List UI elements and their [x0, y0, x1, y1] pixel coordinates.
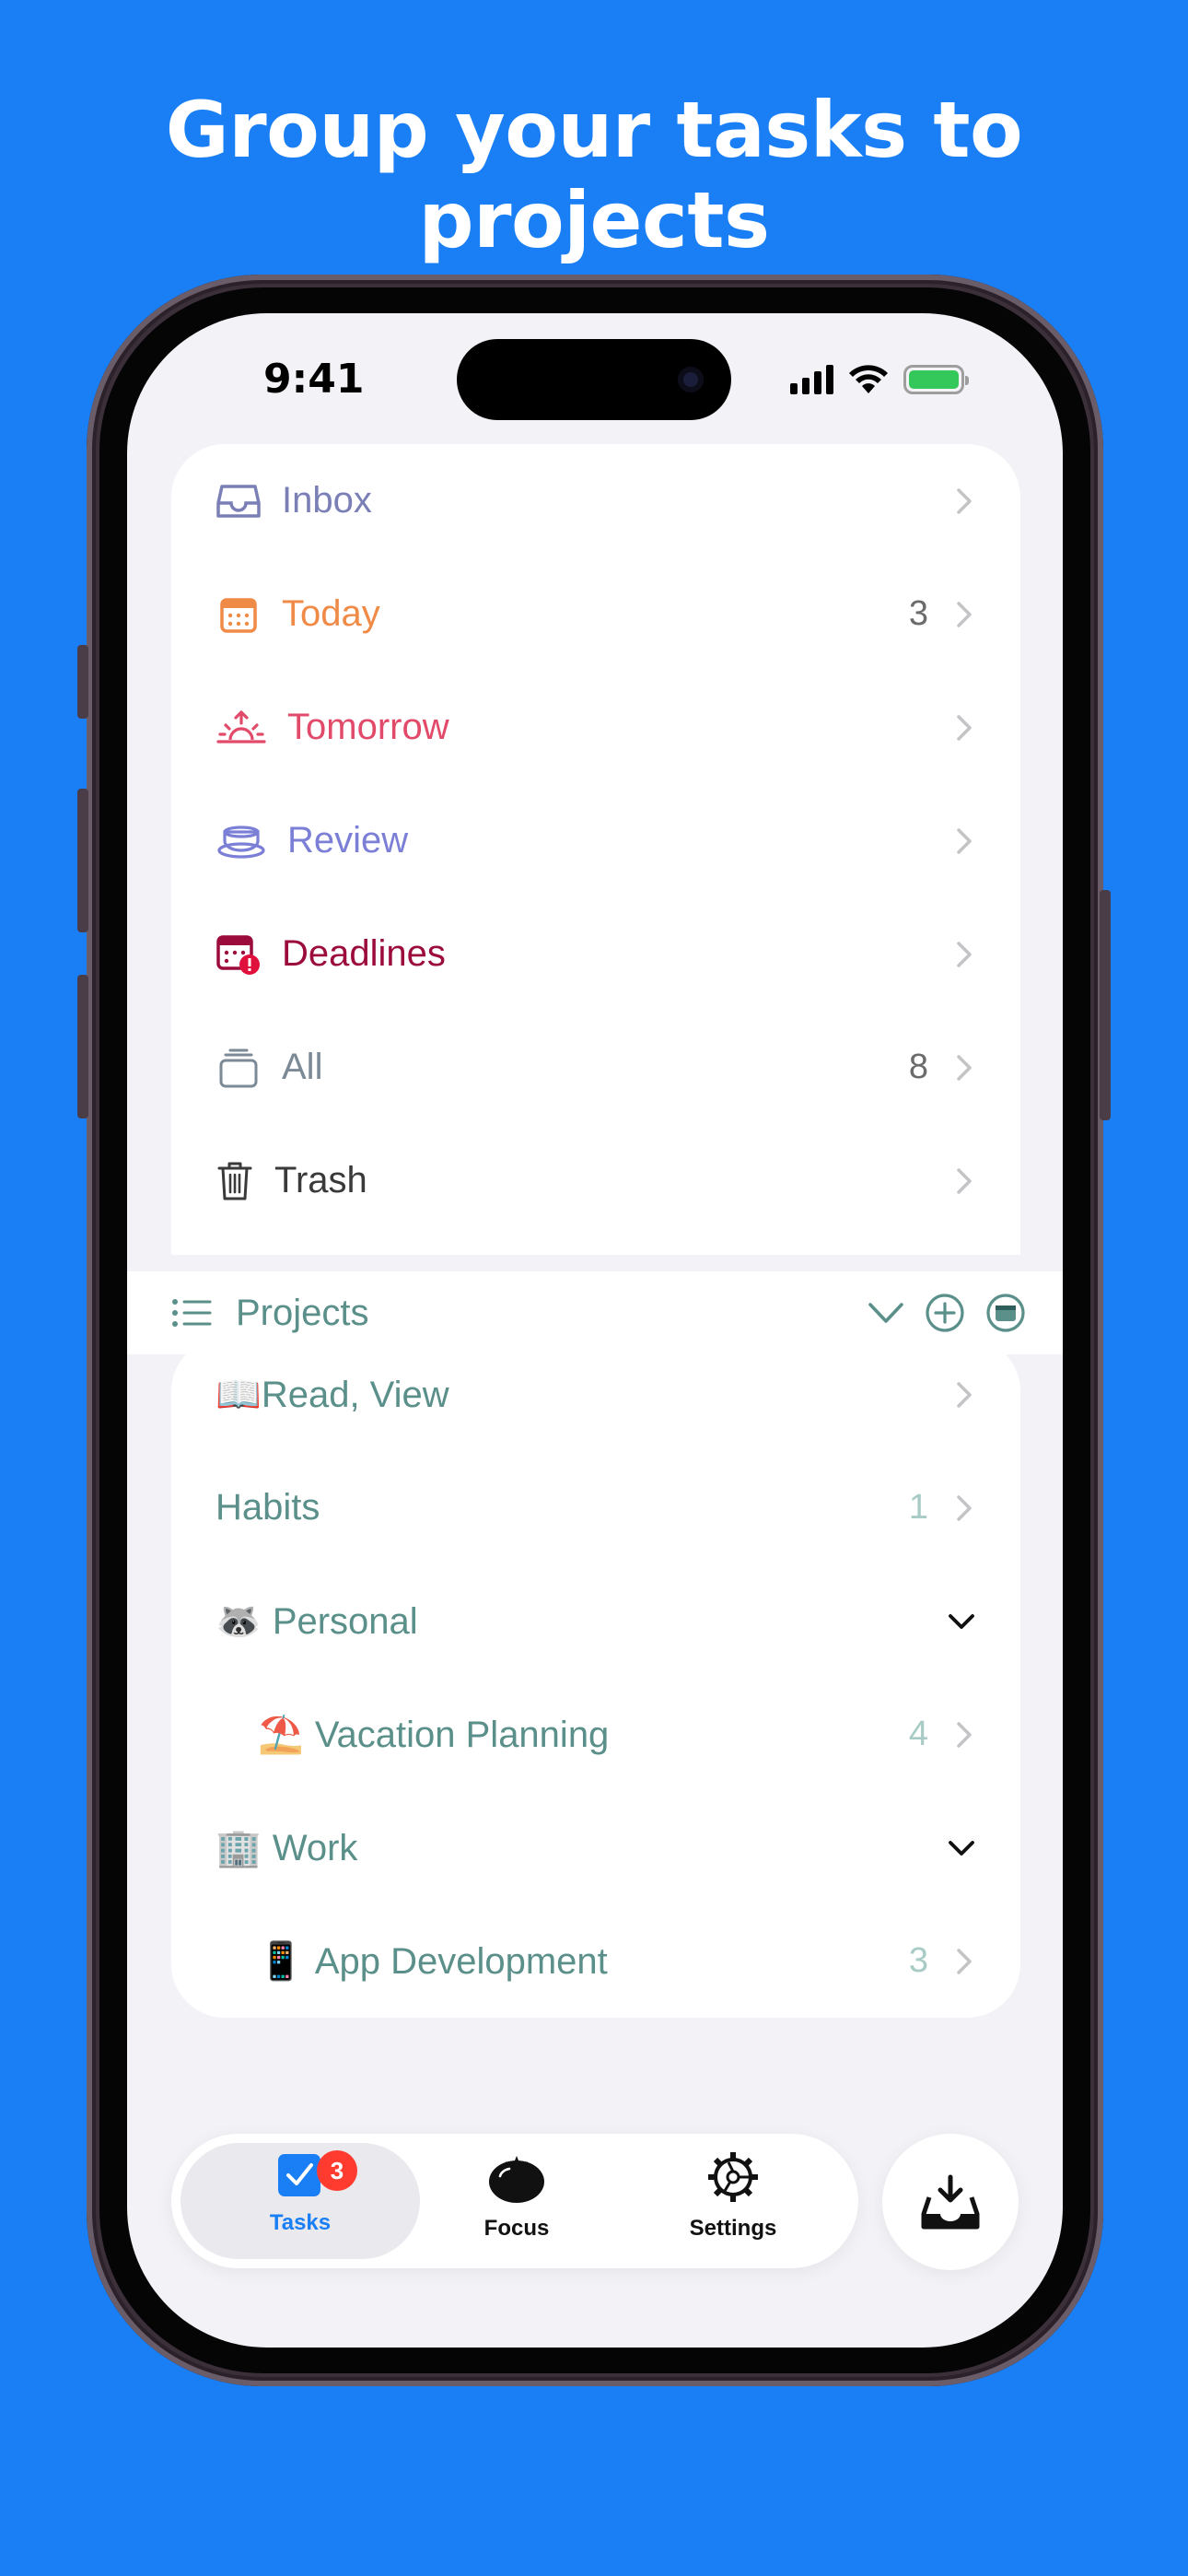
smart-list-trash[interactable]: Trash — [171, 1124, 1020, 1237]
chevron-right-icon — [952, 709, 976, 746]
smart-list-today[interactable]: Today 3 — [171, 557, 1020, 671]
volume-down-button — [77, 975, 88, 1118]
project-count: 1 — [908, 1488, 928, 1527]
calendar-alert-icon — [215, 931, 262, 978]
inbox-download-icon — [921, 2174, 980, 2230]
smart-lists-card: Inbox Today 3 Tomorrow Review Deadlines … — [171, 444, 1020, 1255]
status-time: 9:41 — [263, 356, 365, 403]
project-row[interactable]: 🦝 Personal — [171, 1564, 1020, 1678]
project-label: 🏢 Work — [215, 1826, 923, 1869]
project-emoji: 📖 — [215, 1375, 262, 1415]
calendar-icon — [215, 591, 262, 638]
project-count: 4 — [908, 1715, 928, 1753]
mute-switch — [77, 645, 88, 719]
project-label: Habits — [215, 1487, 909, 1528]
project-row[interactable]: Habits 1 — [171, 1451, 1020, 1564]
tab-label: Settings — [689, 2216, 777, 2241]
tasks-badge: 3 — [317, 2150, 357, 2191]
archive-icon[interactable] — [985, 1293, 1026, 1333]
tab-label: Focus — [483, 2216, 550, 2241]
smart-list-label: Today — [282, 593, 380, 634]
tomato-icon — [489, 2156, 544, 2203]
smart-list-label: Deadlines — [282, 933, 446, 974]
project-name: Work — [272, 1828, 358, 1868]
smart-list-review[interactable]: Review — [171, 784, 1020, 897]
project-emoji: 🦝 — [215, 1601, 262, 1642]
volume-up-button — [77, 789, 88, 932]
project-count: 3 — [908, 1941, 928, 1980]
project-emoji: ⛱️ — [258, 1715, 304, 1755]
project-label: 📖Read, View — [215, 1373, 928, 1416]
project-emoji: 🏢 — [215, 1828, 262, 1868]
chevron-right-icon — [952, 1490, 976, 1527]
sunrise-icon — [215, 705, 267, 751]
chevron-down-icon[interactable] — [947, 1830, 976, 1867]
wifi-icon — [849, 365, 888, 393]
trash-icon — [215, 1158, 254, 1204]
list-icon — [172, 1299, 212, 1327]
chevron-right-icon — [952, 1716, 976, 1753]
project-label: 🦝 Personal — [215, 1599, 923, 1643]
status-icons — [790, 361, 969, 398]
camera-icon — [678, 367, 704, 392]
chevron-right-icon — [952, 1163, 976, 1200]
project-row[interactable]: ⛱️ Vacation Planning 4 — [171, 1678, 1020, 1791]
chevron-right-icon — [952, 823, 976, 860]
smart-list-count: 8 — [908, 1048, 928, 1086]
project-emoji: 📱 — [258, 1941, 304, 1982]
project-row[interactable]: 🏢 Work — [171, 1791, 1020, 1904]
chevron-right-icon — [952, 483, 976, 520]
chevron-right-icon — [952, 1376, 976, 1413]
projects-card: 📖Read, View Habits 1 🦝 Personal ⛱️ Vacatio… — [171, 1338, 1020, 2018]
smart-list-deadlines[interactable]: Deadlines — [171, 897, 1020, 1011]
cup-icon — [215, 818, 267, 864]
chevron-right-icon — [952, 1943, 976, 1980]
gear-icon — [708, 2152, 758, 2202]
smart-list-label: All — [282, 1047, 323, 1087]
project-row[interactable]: 📱 App Development 3 — [171, 1904, 1020, 2018]
stack-icon — [215, 1045, 262, 1091]
project-label: 📱 App Development — [258, 1939, 909, 1983]
smart-list-tomorrow[interactable]: Tomorrow — [171, 671, 1020, 784]
tab-tasks[interactable]: 3 Tasks — [208, 2150, 392, 2236]
smart-list-count: 3 — [908, 594, 928, 633]
chevron-right-icon — [952, 596, 976, 633]
project-name: App Development — [314, 1941, 608, 1982]
power-button — [1100, 890, 1111, 1120]
quick-add-button[interactable] — [882, 2134, 1019, 2270]
inbox-tray-icon — [215, 478, 262, 524]
project-row[interactable]: 📖Read, View — [171, 1338, 1020, 1451]
project-label: ⛱️ Vacation Planning — [258, 1713, 909, 1756]
collapse-chevron-icon[interactable] — [868, 1301, 904, 1325]
smart-list-all[interactable]: All 8 — [171, 1011, 1020, 1124]
tab-focus[interactable]: Focus — [425, 2150, 609, 2242]
chevron-down-icon[interactable] — [947, 1603, 976, 1640]
battery-icon — [903, 365, 969, 394]
smart-list-label: Trash — [274, 1160, 367, 1200]
project-name: Habits — [215, 1487, 320, 1528]
tab-label: Tasks — [269, 2210, 332, 2235]
tab-settings[interactable]: Settings — [641, 2150, 825, 2242]
projects-title: Projects — [236, 1292, 369, 1333]
smart-list-label: Tomorrow — [287, 707, 449, 747]
project-name: Read, View — [261, 1375, 449, 1415]
chevron-right-icon — [952, 1049, 976, 1086]
tab-bar: 3 Tasks Focus Settings — [171, 2134, 858, 2268]
smart-list-inbox[interactable]: Inbox — [171, 444, 1020, 557]
smart-list-label: Inbox — [282, 480, 372, 521]
smart-list-label: Review — [287, 820, 409, 861]
add-project-icon[interactable] — [925, 1293, 965, 1333]
headline: Group your tasks to projects — [165, 85, 1023, 265]
cellular-signal-icon — [790, 365, 833, 394]
dynamic-island — [457, 339, 731, 420]
app-screen: 9:41 Inbox Today 3 Tomorrow Review Deadl… — [127, 313, 1063, 2348]
project-name: Personal — [272, 1601, 418, 1642]
project-name: Vacation Planning — [314, 1715, 610, 1755]
chevron-right-icon — [952, 936, 976, 973]
